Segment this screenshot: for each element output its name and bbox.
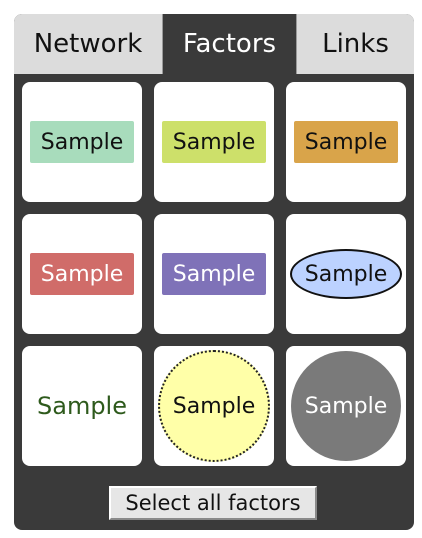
- factor-style-card-1[interactable]: Sample: [22, 82, 142, 202]
- factor-style-card-4[interactable]: Sample: [22, 214, 142, 334]
- factor-style-card-7[interactable]: Sample: [22, 346, 142, 466]
- factors-panel: Network Factors Links Sample Sample Samp…: [14, 14, 414, 530]
- factor-style-sample-4: Sample: [30, 253, 134, 295]
- factor-style-card-9[interactable]: Sample: [286, 346, 406, 466]
- tab-links[interactable]: Links: [296, 14, 414, 74]
- factor-style-sample-8: Sample: [158, 350, 270, 462]
- factor-style-card-8[interactable]: Sample: [154, 346, 274, 466]
- factor-style-card-3[interactable]: Sample: [286, 82, 406, 202]
- factor-style-sample-2: Sample: [162, 121, 266, 163]
- factor-style-grid: Sample Sample Sample Sample Sample Sampl…: [14, 74, 414, 474]
- factor-style-sample-1: Sample: [30, 121, 134, 163]
- tab-factors[interactable]: Factors: [163, 14, 296, 74]
- factor-style-card-5[interactable]: Sample: [154, 214, 274, 334]
- factor-style-sample-9: Sample: [291, 351, 401, 461]
- tab-bar: Network Factors Links: [14, 14, 414, 74]
- factor-style-sample-3: Sample: [294, 121, 398, 163]
- factor-style-sample-7: Sample: [37, 392, 127, 420]
- select-all-factors-button[interactable]: Select all factors: [109, 486, 317, 520]
- factor-style-sample-6: Sample: [290, 249, 402, 299]
- tab-network[interactable]: Network: [14, 14, 163, 74]
- factor-style-sample-5: Sample: [162, 253, 266, 295]
- factor-style-card-6[interactable]: Sample: [286, 214, 406, 334]
- factor-style-card-2[interactable]: Sample: [154, 82, 274, 202]
